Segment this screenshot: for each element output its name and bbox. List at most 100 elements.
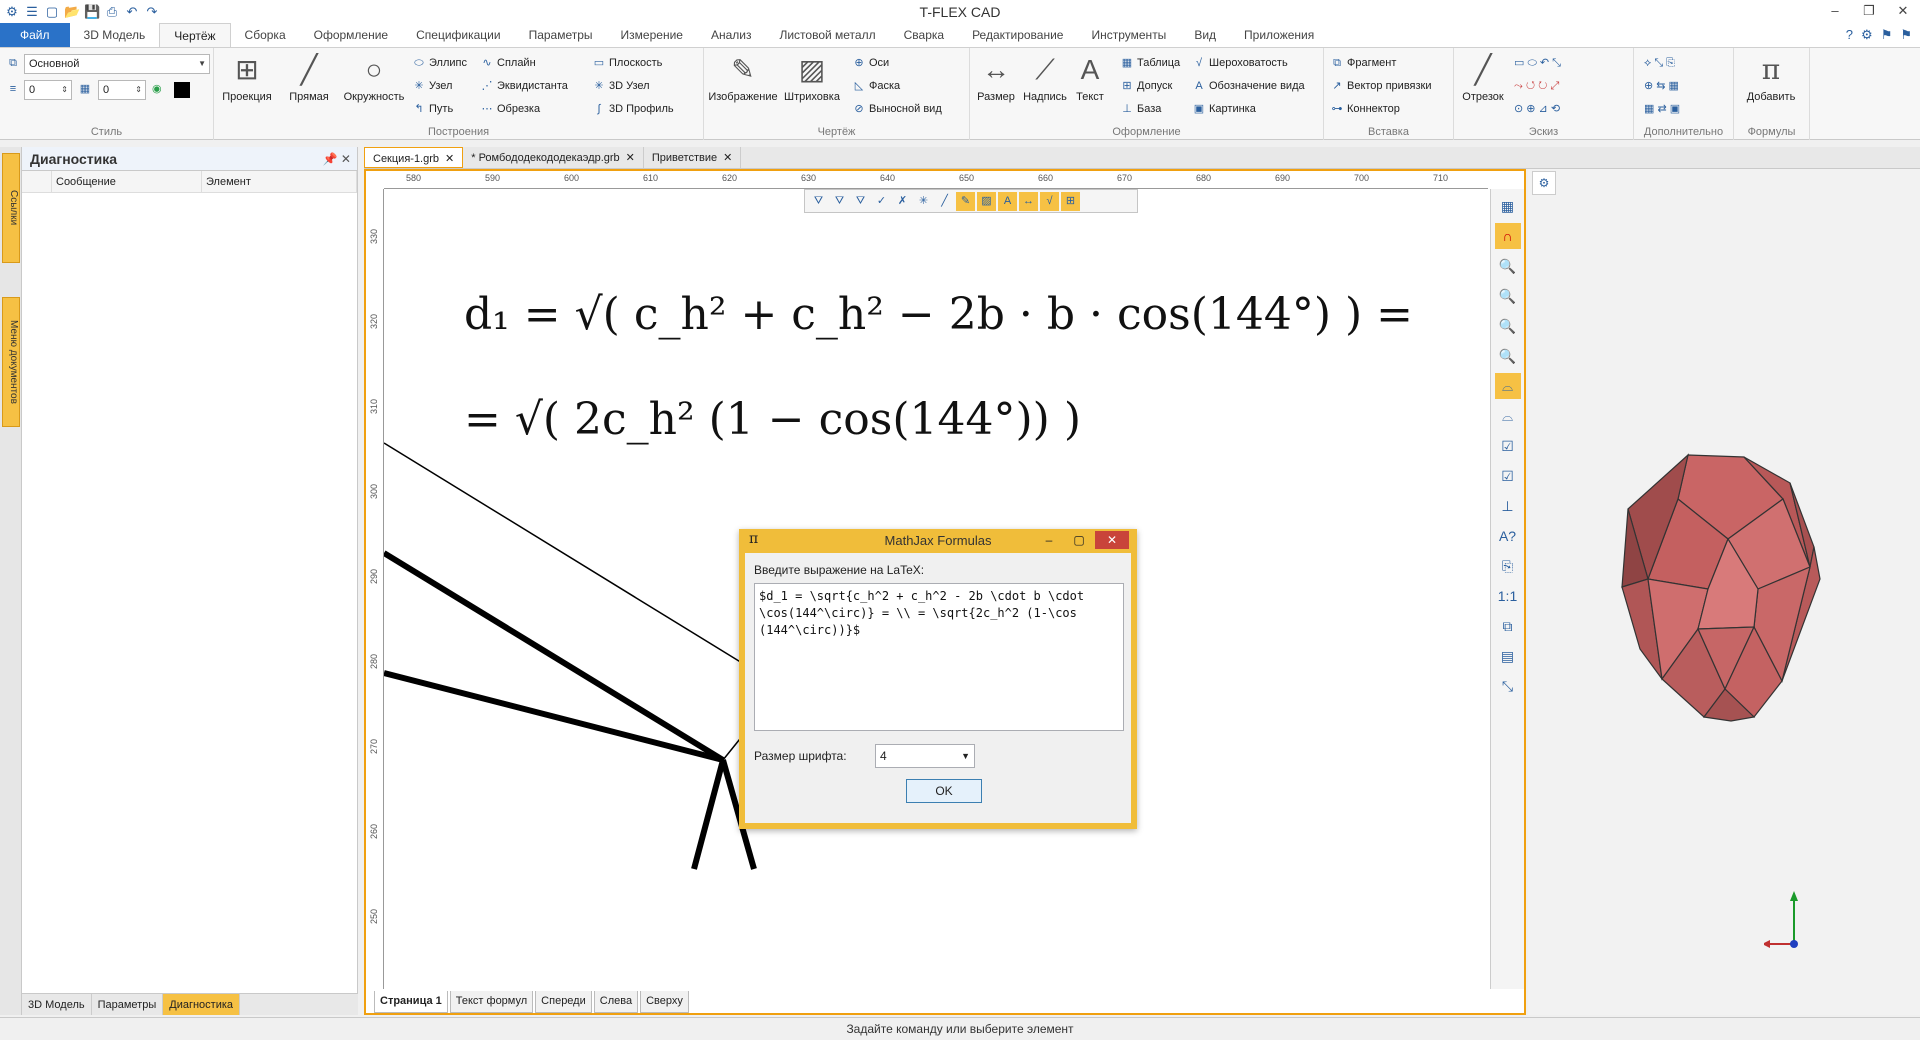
plane-button[interactable]: ▭ Плоскость [592, 54, 663, 72]
flag-icon[interactable]: ⚑ [1881, 27, 1893, 43]
tab-file[interactable]: Файл [0, 23, 70, 47]
base-button[interactable]: ⊥ База [1120, 100, 1161, 118]
glasses-alt-icon[interactable]: ⌓ [1495, 403, 1521, 429]
priority-field[interactable]: 0 ⇕ [98, 80, 146, 100]
segment-button[interactable]: ╱ Отрезок [1456, 52, 1510, 103]
close-window-button[interactable]: ✕ [1886, 0, 1920, 22]
sheet-tab-top[interactable]: Сверху [640, 991, 689, 1013]
pin-close-icons[interactable]: 📌 ✕ [323, 147, 351, 171]
image-button[interactable]: ✎ Изображение [706, 52, 780, 103]
table-button[interactable]: ▦ Таблица [1120, 54, 1180, 72]
extra-tools-row2[interactable]: ⊕ ⇆ ▦ [1644, 77, 1679, 95]
settings-icon[interactable]: ⚙ [1861, 27, 1873, 43]
connector-button[interactable]: ⊶ Коннектор [1330, 100, 1400, 118]
bottom-tab-3d-model[interactable]: 3D Модель [22, 994, 92, 1015]
tab-drawing[interactable]: Чертёж [159, 23, 231, 47]
spline-button[interactable]: ∿ Сплайн [480, 54, 535, 72]
equidistant-button[interactable]: ⋰ Эквидистанта [480, 77, 568, 95]
flag-alt-icon[interactable]: ⚑ [1900, 27, 1912, 43]
trim-button[interactable]: ⋯ Обрезка [480, 100, 541, 118]
side-tab-doc-menu[interactable]: Меню документов [2, 297, 20, 427]
save-icon[interactable]: 💾 [84, 4, 100, 20]
extra-tools-row3[interactable]: ▦ ⇄ ▣ [1644, 100, 1680, 118]
zoom-out-icon[interactable]: 🔍 [1495, 343, 1521, 369]
bottom-tab-diagnostics[interactable]: Диагностика [163, 994, 241, 1015]
close-icon[interactable]: ✕ [626, 147, 635, 168]
dialog-close-button[interactable]: ✕ [1095, 531, 1129, 549]
circle-button[interactable]: ○ Окружность [340, 52, 408, 103]
sheet-tab-page1[interactable]: Страница 1 [374, 991, 448, 1013]
tolerance-button[interactable]: ⊞ Допуск [1120, 77, 1172, 95]
projection-button[interactable]: ⊞ Проекция [218, 52, 276, 103]
check-cube-alt-icon[interactable]: ☑ [1495, 463, 1521, 489]
level-field[interactable]: 0 ⇕ [24, 80, 72, 100]
scale-icon[interactable]: 1:1 [1495, 583, 1521, 609]
font-size-select[interactable]: 4 ▼ [875, 744, 975, 768]
profile3d-button[interactable]: ∫ 3D Профиль [592, 100, 673, 118]
sketch-tools-row1[interactable]: ▭ ⬭ ↶ ⤡ [1514, 54, 1561, 72]
print-icon[interactable]: ⎙ [104, 4, 120, 20]
sheet-tab-formula-text[interactable]: Текст формул [449, 991, 534, 1013]
node-button[interactable]: ✳ Узел [412, 77, 452, 95]
close-icon[interactable]: ✕ [723, 147, 732, 168]
tab-tools[interactable]: Инструменты [1077, 23, 1180, 47]
tab-view[interactable]: Вид [1180, 23, 1230, 47]
color-palette-icon[interactable]: ◉ [152, 80, 162, 98]
help-text-icon[interactable]: A? [1495, 523, 1521, 549]
tab-specifications[interactable]: Спецификации [402, 23, 514, 47]
tab-design[interactable]: Оформление [300, 23, 402, 47]
tab-assembly[interactable]: Сборка [231, 23, 300, 47]
line-button[interactable]: ╱ Прямая [280, 52, 338, 103]
size-button[interactable]: ↔ Размер [974, 52, 1018, 103]
zoom-icon[interactable]: 🔍 [1495, 253, 1521, 279]
glasses-icon[interactable]: ⌓ [1494, 373, 1521, 399]
doc-tab-welcome[interactable]: Приветствие ✕ [644, 147, 742, 168]
inscription-button[interactable]: ⟋ Надпись [1020, 52, 1070, 103]
3d-view[interactable]: ⚙ [1528, 169, 1920, 1015]
sheet-tab-front[interactable]: Спереди [535, 991, 592, 1013]
app-menu-icon[interactable]: ⚙ [4, 4, 20, 20]
side-tab-links[interactable]: Ссылки [2, 153, 20, 263]
roughness-button[interactable]: √ Шероховатость [1192, 54, 1288, 72]
doc-tab-section[interactable]: Секция-1.grb ✕ [364, 147, 464, 168]
tab-applications[interactable]: Приложения [1230, 23, 1328, 47]
dialog-minimize-button[interactable]: – [1035, 531, 1063, 549]
fragment-button[interactable]: ⧉ Фрагмент [1330, 54, 1396, 72]
latex-textarea[interactable]: $d_1 = \sqrt{c_h^2 + c_h^2 - 2b \cdot b … [754, 583, 1124, 731]
col-message[interactable]: Сообщение [52, 171, 202, 192]
magnet-icon[interactable]: ∩ [1494, 223, 1521, 249]
layers-icon[interactable]: ⧉ [1495, 613, 1521, 639]
grid-icon[interactable]: ▦ [1495, 193, 1521, 219]
align-icon[interactable]: ⊥ [1495, 493, 1521, 519]
sketch-tools-row3[interactable]: ⊙ ⊕ ⊿ ⟲ [1514, 100, 1560, 118]
col-element[interactable]: Элемент [202, 171, 357, 192]
bottom-tab-parameters[interactable]: Параметры [92, 994, 164, 1015]
doc-tab-polyhedron[interactable]: * Ромбододекододекаэдр.grb ✕ [463, 147, 644, 168]
new-icon[interactable]: ▢ [44, 4, 60, 20]
ok-button[interactable]: OK [906, 779, 982, 803]
formula-line-2[interactable]: = √( 2c_h² (1 − cos(144°)) ) [464, 394, 1081, 445]
tab-sheet-metal[interactable]: Листовой металл [765, 23, 889, 47]
dialog-maximize-button[interactable]: ▢ [1065, 531, 1093, 549]
undo-icon[interactable]: ↶ [124, 4, 140, 20]
axes-button[interactable]: ⊕ Оси [852, 54, 889, 72]
extra-tools-row1[interactable]: ⟡ ⤡ ⎘ [1644, 54, 1675, 72]
callout-view-button[interactable]: ⊘ Выносной вид [852, 100, 941, 118]
close-icon[interactable]: ✕ [445, 148, 454, 167]
path-button[interactable]: ↰ Путь [412, 100, 453, 118]
zoom-all-icon[interactable]: 🔍 [1495, 313, 1521, 339]
minimize-button[interactable]: – [1818, 0, 1852, 22]
tab-welding[interactable]: Сварка [890, 23, 958, 47]
color-swatch[interactable] [174, 82, 190, 98]
fit-icon[interactable]: ⤡ [1495, 673, 1521, 699]
pages-icon[interactable]: ▤ [1495, 643, 1521, 669]
ellipse-button[interactable]: ⬭ Эллипс [412, 54, 467, 72]
sheet-tab-left[interactable]: Слева [593, 991, 639, 1013]
tab-parameters[interactable]: Параметры [515, 23, 607, 47]
hatch-button[interactable]: ▨ Штриховка [780, 52, 844, 103]
tab-analysis[interactable]: Анализ [697, 23, 766, 47]
tab-editing[interactable]: Редактирование [958, 23, 1077, 47]
menu-icon[interactable]: ☰ [24, 4, 40, 20]
open-icon[interactable]: 📂 [64, 4, 80, 20]
restore-button[interactable]: ❐ [1852, 0, 1886, 22]
